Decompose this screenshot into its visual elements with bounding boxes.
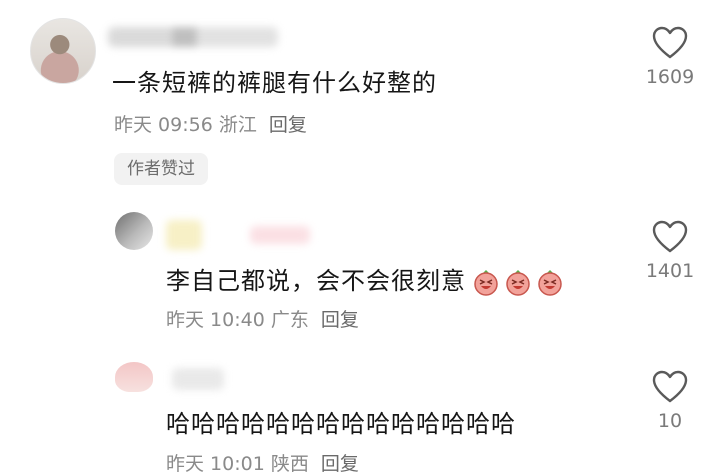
comment-meta: 昨天 10:40 广东 回复 (166, 305, 359, 332)
author-liked-badge: 作者赞过 (114, 153, 208, 185)
reply-button[interactable]: 回复 (321, 453, 359, 475)
username-blurred (250, 226, 310, 244)
reply-button[interactable]: 回复 (321, 309, 359, 331)
comment-meta: 昨天 10:01 陕西 回复 (166, 449, 359, 476)
like-button[interactable]: 10 (640, 370, 700, 432)
avatar[interactable] (115, 362, 153, 392)
comment-time: 昨天 10:01 (166, 453, 265, 475)
emoji-group (472, 268, 564, 296)
comment-text: 哈哈哈哈哈哈哈哈哈哈哈哈哈哈 (166, 410, 516, 438)
laughing-face-emoji (506, 270, 530, 296)
comment-location: 浙江 (218, 114, 257, 136)
comment-text-content: 李自己都说，会不会很刻意 (166, 267, 466, 295)
comment-meta: 昨天 09:56 浙江 回复 (114, 110, 307, 137)
avatar[interactable] (115, 212, 153, 250)
heart-outline-icon[interactable] (652, 370, 688, 404)
like-button[interactable]: 1609 (640, 26, 700, 88)
comment-location: 广东 (270, 309, 309, 331)
like-count: 1401 (645, 260, 695, 282)
comment-text: 李自己都说，会不会很刻意 (166, 261, 564, 296)
reply-button[interactable]: 回复 (269, 114, 307, 136)
heart-outline-icon[interactable] (652, 26, 688, 60)
comment-text: 一条短裤的裤腿有什么好整的 (112, 69, 437, 97)
username-blurred[interactable] (166, 220, 202, 250)
comment-time: 昨天 09:56 (114, 114, 213, 136)
like-button[interactable]: 1401 (640, 220, 700, 282)
username-blurred[interactable] (172, 368, 224, 390)
laughing-face-emoji (538, 270, 562, 296)
heart-outline-icon[interactable] (652, 220, 688, 254)
like-count: 10 (657, 410, 683, 432)
laughing-face-emoji (474, 270, 498, 296)
avatar[interactable] (30, 18, 96, 84)
username-blurred[interactable] (108, 27, 278, 47)
comment-time: 昨天 10:40 (166, 309, 265, 331)
like-count: 1609 (645, 66, 695, 88)
comment-location: 陕西 (270, 453, 309, 475)
